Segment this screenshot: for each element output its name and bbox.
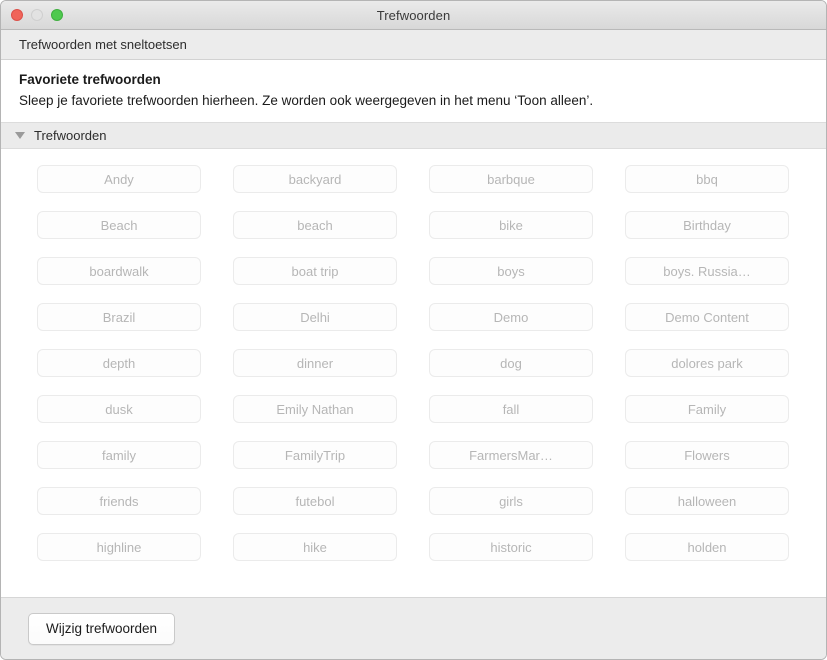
keyword-pill[interactable]: depth <box>37 349 201 377</box>
keywords-section-label: Trefwoorden <box>34 128 107 143</box>
close-window-button[interactable] <box>11 9 23 21</box>
keyword-pill[interactable]: Family <box>625 395 789 423</box>
keyword-pill[interactable]: Andy <box>37 165 201 193</box>
keyword-pill[interactable]: backyard <box>233 165 397 193</box>
shortcut-keywords-label: Trefwoorden met sneltoetsen <box>19 37 187 52</box>
keyword-pill[interactable]: halloween <box>625 487 789 515</box>
keyword-pill[interactable]: family <box>37 441 201 469</box>
keyword-pill[interactable]: bbq <box>625 165 789 193</box>
minimize-window-button[interactable] <box>31 9 43 21</box>
favorite-keywords-description: Sleep je favoriete trefwoorden hierheen.… <box>19 93 594 108</box>
keyword-pill[interactable]: bike <box>429 211 593 239</box>
keyword-pill[interactable]: boat trip <box>233 257 397 285</box>
keyword-pill[interactable]: hike <box>233 533 397 561</box>
keyword-pill[interactable]: dinner <box>233 349 397 377</box>
keyword-pill[interactable]: Flowers <box>625 441 789 469</box>
keyword-pill[interactable]: highline <box>37 533 201 561</box>
keyword-pill[interactable]: Brazil <box>37 303 201 331</box>
favorite-keywords-dropzone[interactable]: Favoriete trefwoorden Sleep je favoriete… <box>1 60 826 122</box>
zoom-window-button[interactable] <box>51 9 63 21</box>
keyword-pill[interactable]: boys. Russia… <box>625 257 789 285</box>
keywords-section-header[interactable]: Trefwoorden <box>1 122 826 149</box>
keyword-pill[interactable]: dusk <box>37 395 201 423</box>
keyword-pill[interactable]: Demo Content <box>625 303 789 331</box>
favorite-keywords-title: Favoriete trefwoorden <box>19 72 161 87</box>
keyword-pill[interactable]: holden <box>625 533 789 561</box>
keywords-window: Trefwoorden Trefwoorden met sneltoetsen … <box>0 0 827 660</box>
keyword-pill[interactable]: Birthday <box>625 211 789 239</box>
keywords-grid: Andy backyard barbque bbq Beach beach bike Birt… <box>1 149 826 577</box>
keyword-pill[interactable]: beach <box>233 211 397 239</box>
keyword-pill[interactable]: dog <box>429 349 593 377</box>
keyword-pill[interactable]: barbque <box>429 165 593 193</box>
shortcut-keywords-header: Trefwoorden met sneltoetsen <box>1 30 826 60</box>
keyword-pill[interactable]: Beach <box>37 211 201 239</box>
keyword-pill[interactable]: fall <box>429 395 593 423</box>
keyword-pill[interactable]: boardwalk <box>37 257 201 285</box>
edit-keywords-button[interactable]: Wijzig trefwoorden <box>28 612 176 645</box>
triangle-down-icon[interactable] <box>15 132 25 139</box>
keyword-pill[interactable]: Demo <box>429 303 593 331</box>
window-titlebar: Trefwoorden <box>1 1 826 30</box>
keyword-pill[interactable]: FamilyTrip <box>233 441 397 469</box>
window-title: Trefwoorden <box>376 7 451 23</box>
keyword-pill[interactable]: Delhi <box>233 303 397 331</box>
keyword-pill[interactable]: FarmersMar… <box>429 441 593 469</box>
traffic-light-group <box>11 1 63 29</box>
keyword-pill[interactable]: futebol <box>233 487 397 515</box>
keyword-pill[interactable]: boys <box>429 257 593 285</box>
keyword-pill[interactable]: Emily Nathan <box>233 395 397 423</box>
keyword-pill[interactable]: girls <box>429 487 593 515</box>
window-footer: Wijzig trefwoorden <box>1 597 826 659</box>
keyword-pill[interactable]: dolores park <box>625 349 789 377</box>
keywords-scroll-area[interactable]: Andy backyard barbque bbq Beach beach bike Birt… <box>1 149 826 597</box>
keyword-pill[interactable]: friends <box>37 487 201 515</box>
keyword-pill[interactable]: historic <box>429 533 593 561</box>
